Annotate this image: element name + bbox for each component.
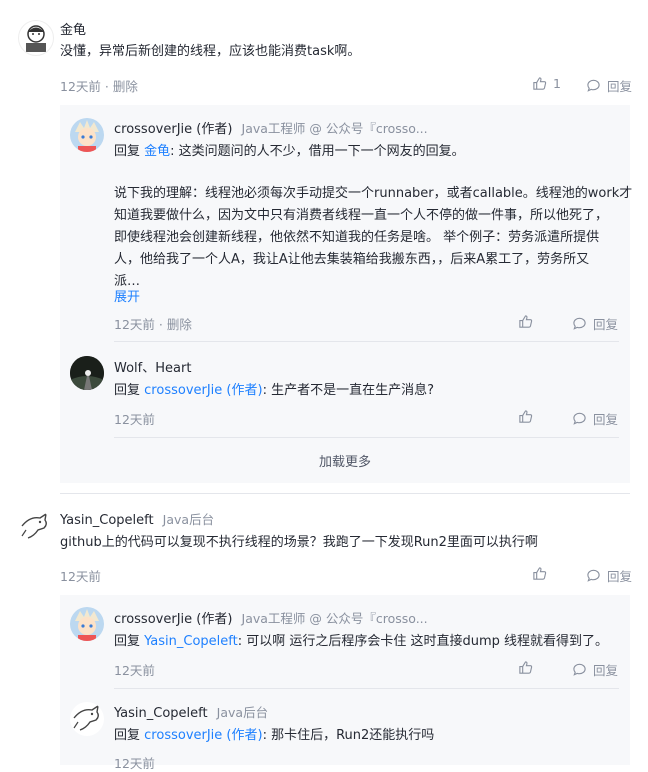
reply-username[interactable]: crossoverJie (作者) [114, 122, 232, 137]
reply-time: 12天前 [114, 317, 155, 332]
reply-label: 回复 [593, 317, 619, 332]
thumbs-up-icon [519, 410, 533, 423]
llama-sketch-avatar-icon [21, 512, 47, 539]
reply-header: crossoverJie (作者) Java工程师 @ 公众号『crosso..… [114, 608, 428, 627]
user-title: Java工程师 @ 公众号『crosso... [241, 611, 428, 626]
reply-label: 回复 [593, 663, 619, 678]
comment-bubble-icon [573, 412, 586, 425]
comment-text: 没懂，异常后新创建的线程，应该也能消费task啊。 [60, 44, 361, 59]
reply-time: 12天前 [114, 412, 155, 427]
reply-button[interactable]: 回复 [572, 314, 618, 333]
like-button[interactable] [532, 566, 553, 581]
anime-avatar-icon [70, 118, 104, 152]
thumbs-up-icon [533, 567, 547, 580]
reply-divider [114, 437, 619, 438]
reply-username[interactable]: crossoverJie (作者) [114, 612, 232, 627]
avatar-crossoverjie[interactable] [70, 118, 104, 152]
thumbs-up-icon [519, 315, 533, 328]
like-button[interactable]: 1 [532, 76, 561, 91]
comment-text: github上的代码可以复现不执行线程的场景？我跑了一下发现Run2里面可以执行… [60, 535, 538, 550]
night-road-avatar-icon [70, 356, 104, 390]
reply-button[interactable]: 回复 [586, 76, 632, 95]
mention-link[interactable]: 金龟 [144, 144, 170, 159]
llama-sketch-avatar-icon [73, 704, 99, 731]
reply-divider [114, 341, 619, 342]
reply-button[interactable]: 回复 [572, 660, 618, 679]
comment-meta: 12天前 · 删除 [60, 79, 138, 94]
comment-bubble-icon [587, 79, 600, 92]
avatar-jingui[interactable] [18, 20, 54, 56]
thumbs-up-icon [533, 77, 547, 90]
comment-time: 12天前 [60, 79, 101, 94]
like-button[interactable] [518, 660, 539, 675]
reply-username[interactable]: Wolf、Heart [114, 357, 191, 376]
reply-header: crossoverJie (作者) Java工程师 @ 公众号『crosso..… [114, 118, 428, 137]
like-button[interactable] [518, 409, 539, 424]
mention-link[interactable]: crossoverJie (作者) [144, 728, 262, 743]
comment-time: 12天前 [60, 569, 101, 584]
load-more-button[interactable]: 加载更多 [60, 451, 630, 470]
user-title: Java后台 [162, 512, 215, 527]
reply-text: 回复 Yasin_Copeleft: 可以啊 运行之后程序会卡住 这时直接dum… [114, 634, 609, 649]
comment-username[interactable]: 金龟 [60, 19, 86, 38]
avatar-yasin[interactable] [18, 510, 52, 544]
reply-label: 回复 [593, 412, 619, 427]
anime-avatar-icon [70, 607, 104, 641]
user-title: Java后台 [216, 705, 269, 720]
avatar-yasin[interactable] [70, 702, 104, 736]
reply-time: 12天前 [114, 756, 155, 771]
comment-bubble-icon [573, 317, 586, 330]
thumbs-up-icon [519, 661, 533, 674]
comment-bubble-icon [587, 569, 600, 582]
reply-username[interactable]: Yasin_Copeleft [114, 706, 208, 721]
user-title: Java工程师 @ 公众号『crosso... [241, 121, 428, 136]
mention-link[interactable]: Yasin_Copeleft [144, 634, 238, 649]
cartoon-avatar-icon [26, 25, 46, 52]
reply-time: 12天前 [114, 663, 155, 678]
avatar-crossoverjie[interactable] [70, 607, 104, 641]
reply-paragraph: 说下我的理解：线程池必须每次手动提交一个runnaber，或者callable。… [114, 186, 633, 289]
reply-button[interactable]: 回复 [586, 566, 632, 585]
reply-meta: 12天前 · 删除 [114, 317, 192, 332]
reply-label: 回复 [607, 569, 633, 584]
comment-username[interactable]: Yasin_Copeleft [60, 513, 154, 528]
mention-link[interactable]: crossoverJie (作者) [144, 383, 262, 398]
like-count: 1 [553, 76, 561, 91]
reply-text: 回复 crossoverJie (作者): 生产者不是一直在生产消息? [114, 383, 434, 398]
reply-button[interactable]: 回复 [572, 409, 618, 428]
comment-header: Yasin_Copeleft Java后台 [60, 509, 214, 528]
reply-text: 回复 crossoverJie (作者): 那卡住后，Run2还能执行吗 [114, 728, 435, 743]
delete-button[interactable]: 删除 [113, 79, 138, 94]
reply-divider [114, 688, 619, 689]
reply-text: 回复 金龟: 这类问题问的人不少，借用一下一个网友的回复。 [114, 144, 465, 159]
comment-bubble-icon [573, 663, 586, 676]
expand-link[interactable]: 展开 [114, 287, 140, 309]
reply-label: 回复 [607, 79, 633, 94]
comment-divider [60, 493, 630, 494]
reply-header: Yasin_Copeleft Java后台 [114, 702, 268, 721]
avatar-wolf-heart[interactable] [70, 356, 104, 390]
like-button[interactable] [518, 314, 539, 329]
delete-button[interactable]: 删除 [167, 317, 192, 332]
